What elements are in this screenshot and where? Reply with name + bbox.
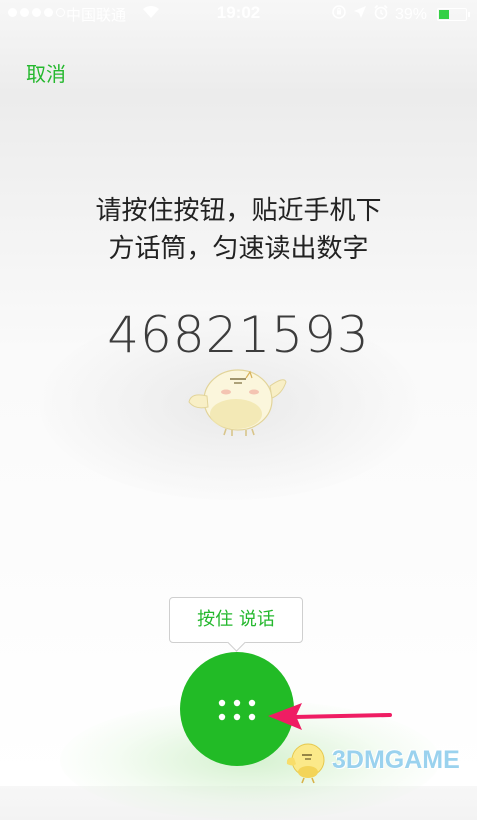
annotation-arrow-icon (264, 700, 394, 738)
alarm-icon (373, 4, 389, 25)
status-icons: 39% (331, 4, 470, 25)
instruction-text: 请按住按钮，贴近手机下 方话筒，匀速读出数字 (0, 192, 477, 268)
watermark-text: 3DMGAME (332, 745, 460, 774)
watermark-chick-icon (286, 743, 325, 784)
battery-percent: 39% (394, 5, 427, 23)
watermark: 3DMGAME (284, 736, 460, 784)
dots-grid-icon (217, 699, 257, 721)
battery-icon (437, 8, 470, 21)
instruction-line-2: 方话筒，匀速读出数字 (108, 234, 369, 264)
hold-to-talk-tooltip: 按住 说话 (169, 597, 303, 643)
instruction-line-1: 请按住按钮，贴近手机下 (95, 196, 382, 226)
rotation-lock-icon (331, 4, 347, 25)
cancel-button[interactable]: 取消 (26, 58, 66, 87)
chick-mascot-icon (186, 352, 292, 442)
status-bar: 中国联通 19:02 39% (0, 0, 477, 28)
location-icon (353, 5, 367, 24)
battery-fill (439, 10, 449, 19)
